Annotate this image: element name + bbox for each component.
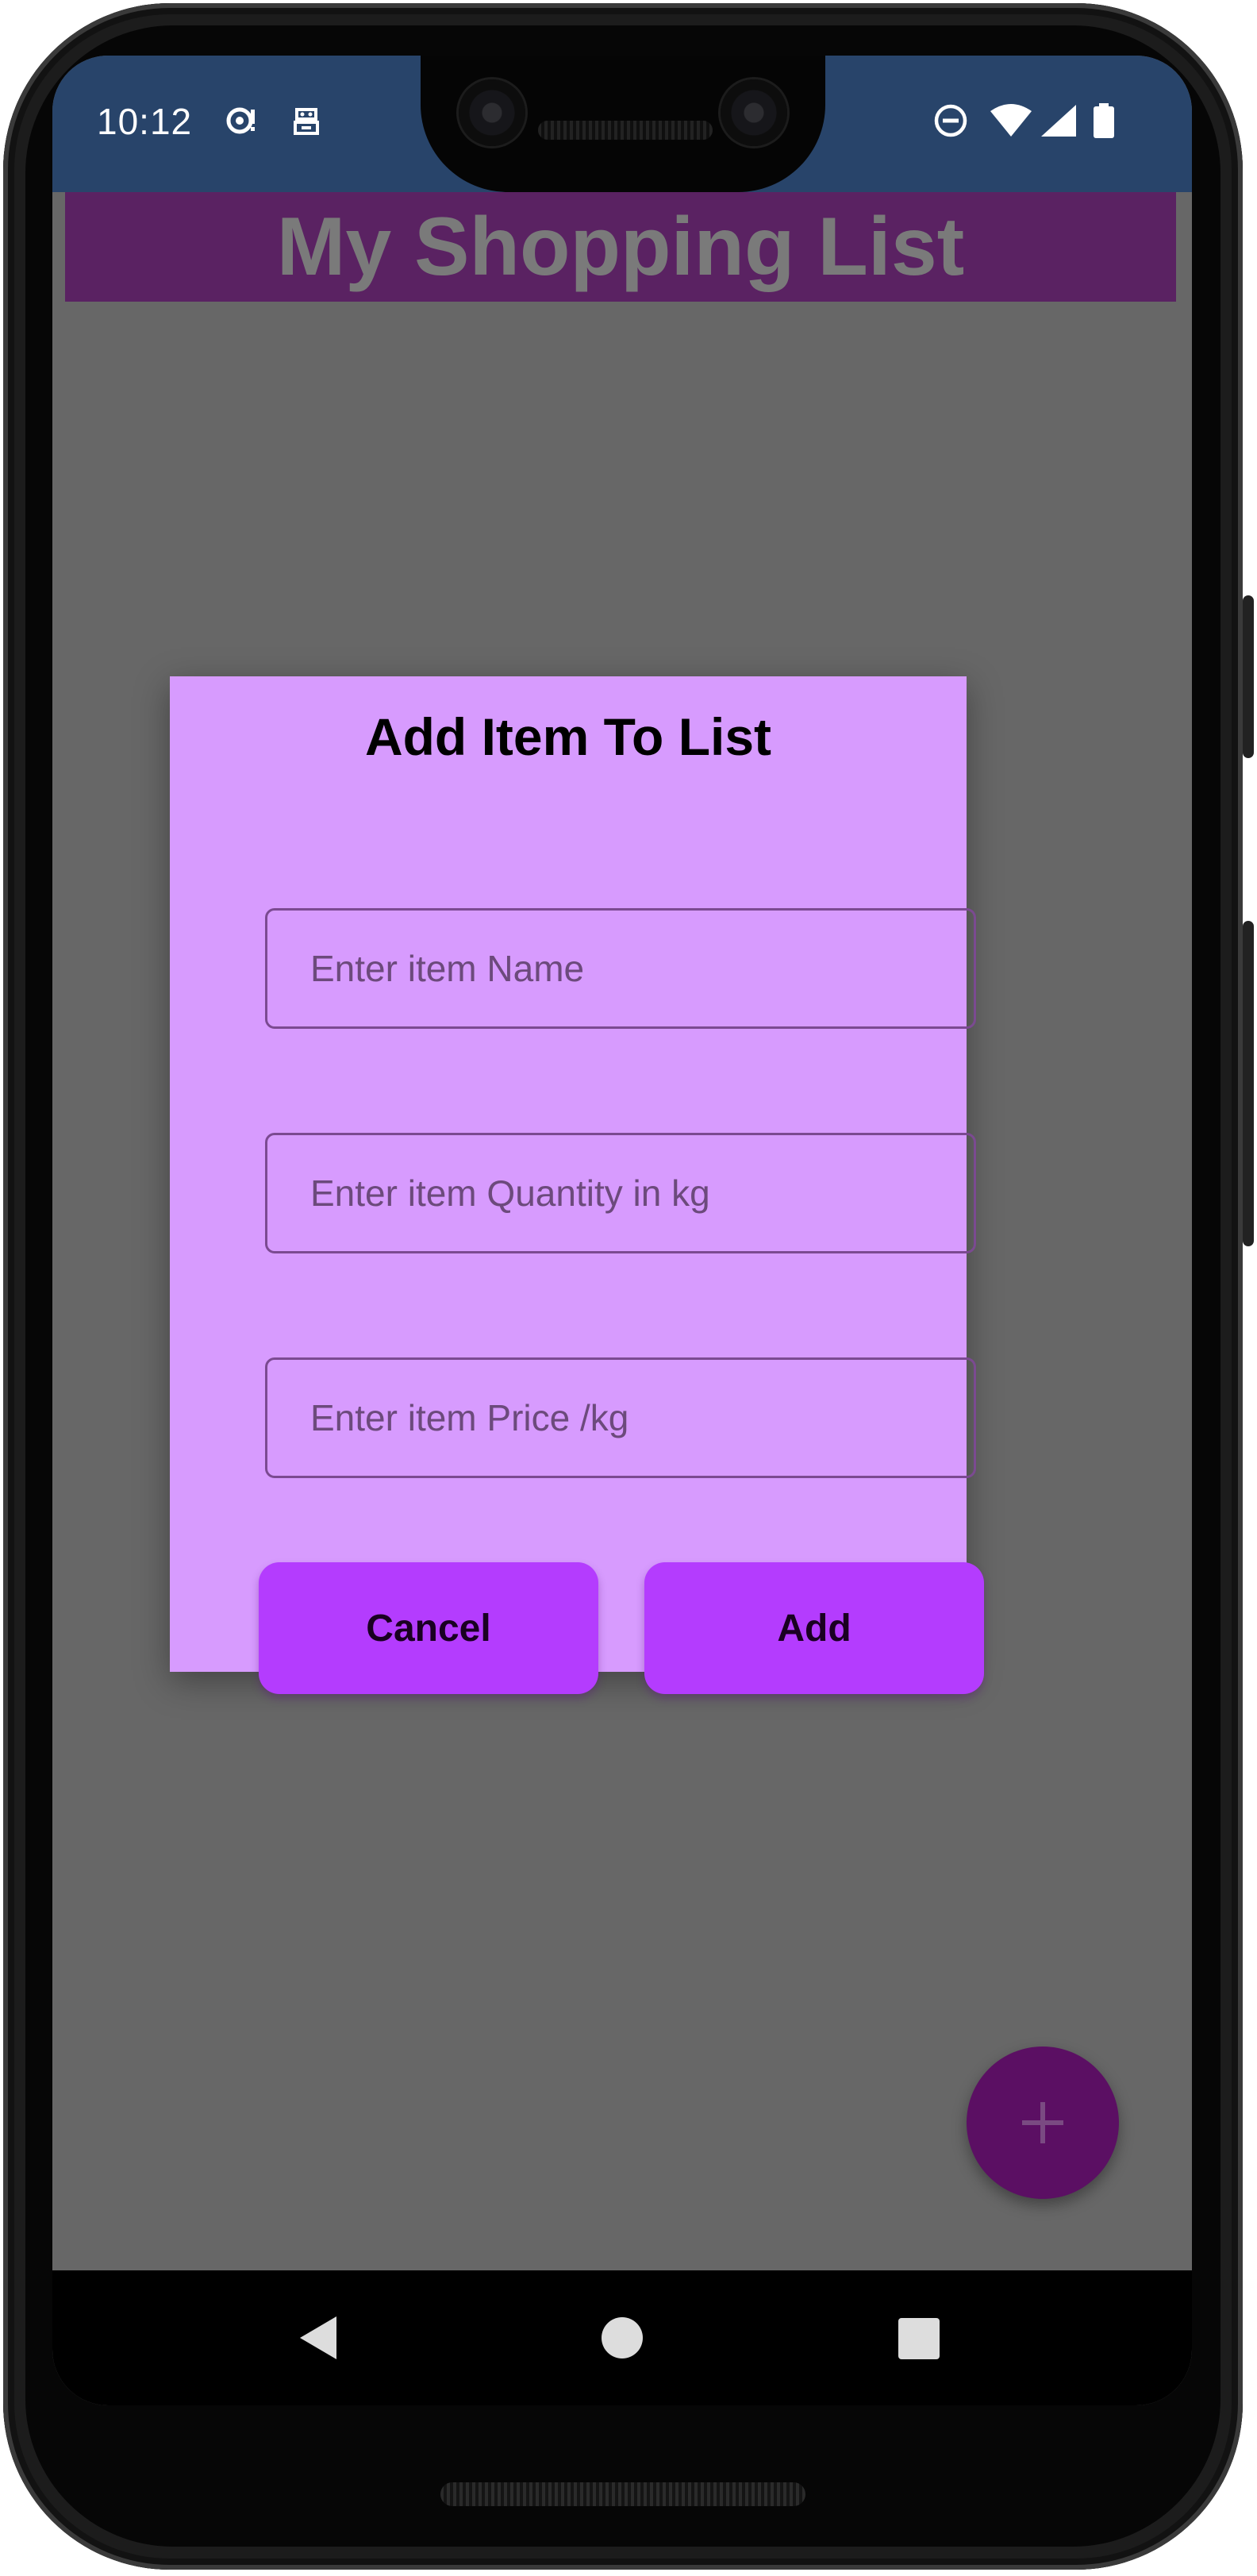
power-button bbox=[1243, 595, 1254, 758]
back-icon[interactable] bbox=[283, 2302, 354, 2374]
volume-rocker bbox=[1243, 921, 1254, 1246]
item-price-input[interactable] bbox=[267, 1360, 974, 1476]
accessibility-icon bbox=[294, 108, 319, 135]
app-title: My Shopping List bbox=[276, 201, 965, 293]
bottom-speaker-grille bbox=[440, 2482, 805, 2506]
item-quantity-input[interactable] bbox=[267, 1135, 974, 1251]
cell-signal-icon bbox=[1041, 105, 1076, 137]
do-not-disturb-icon bbox=[934, 104, 967, 137]
front-camera-right bbox=[721, 79, 787, 146]
add-button[interactable]: Add bbox=[644, 1562, 984, 1694]
earpiece bbox=[538, 121, 713, 140]
app-bar: My Shopping List bbox=[65, 192, 1176, 302]
recents-icon[interactable] bbox=[882, 2302, 954, 2374]
system-navigation-bar bbox=[52, 2270, 1192, 2405]
add-item-fab[interactable] bbox=[967, 2047, 1119, 2199]
item-price-field bbox=[265, 1357, 976, 1478]
display-notch bbox=[421, 56, 825, 192]
home-icon[interactable] bbox=[586, 2302, 658, 2374]
front-camera-left bbox=[459, 79, 525, 146]
status-bar: 10:12 bbox=[52, 56, 1192, 192]
cancel-button[interactable]: Cancel bbox=[259, 1562, 598, 1694]
item-name-input[interactable] bbox=[267, 911, 974, 1026]
status-time: 10:12 bbox=[97, 101, 193, 142]
item-quantity-field bbox=[265, 1133, 976, 1253]
item-name-field bbox=[265, 908, 976, 1029]
plus-icon bbox=[1022, 2102, 1063, 2143]
wifi-icon bbox=[990, 104, 1032, 137]
media-sync-icon bbox=[226, 107, 255, 134]
battery-icon bbox=[1094, 103, 1114, 138]
dialog-title: Add Item To List bbox=[364, 707, 772, 766]
